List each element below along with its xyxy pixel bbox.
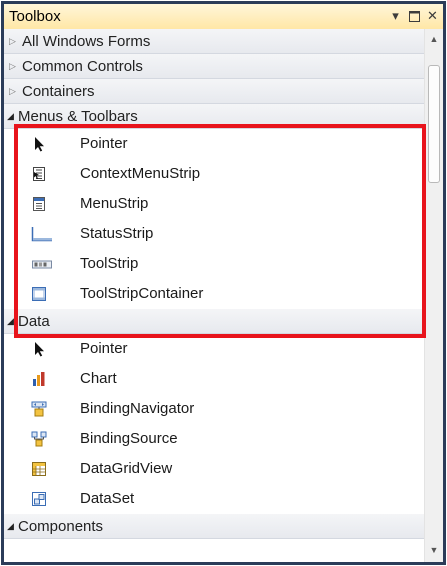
pointer-icon [31,341,47,357]
tool-item-bindingsource[interactable]: BindingSource [4,424,424,454]
category-containers[interactable]: ▷ Containers [4,79,424,104]
tool-strip-icon [31,256,53,272]
category-data[interactable]: ◢ Data [4,309,424,334]
tool-item-datagridview[interactable]: DataGridView [4,454,424,484]
category-label: Containers [22,83,95,100]
category-common-controls[interactable]: ▷ Common Controls [4,54,424,79]
category-label: Common Controls [22,58,143,75]
tool-item-contextmenustrip[interactable]: ContextMenuStrip [4,159,424,189]
chart-icon [31,371,47,387]
category-label: All Windows Forms [22,33,151,50]
close-icon[interactable]: ✕ [425,7,440,25]
tool-item-label: Pointer [80,340,128,357]
tool-item-label: DataSet [80,490,135,507]
tool-item-label: StatusStrip [80,225,154,242]
tool-item-pointer[interactable]: Pointer [4,129,424,159]
toolbox-content: ▷ All Windows Forms ▷ Common Controls ▷ … [4,29,443,562]
scroll-up-icon[interactable]: ▲ [425,31,443,48]
dataset-icon [31,491,47,507]
tool-item-label: Pointer [80,135,128,152]
context-menu-strip-icon [31,166,47,182]
category-label: Components [18,518,104,535]
vertical-scrollbar[interactable]: ▲ ▼ [424,29,443,562]
scroll-down-icon[interactable]: ▼ [425,542,443,559]
tool-item-menustrip[interactable]: MenuStrip [4,189,424,219]
expand-arrow-icon: ▷ [9,86,16,96]
maximize-icon[interactable] [407,7,422,25]
status-strip-icon [31,226,53,242]
tool-item-label: ToolStripContainer [80,285,204,302]
menu-strip-icon [31,196,47,212]
data-grid-view-icon [31,461,47,477]
category-all-windows-forms[interactable]: ▷ All Windows Forms [4,29,424,54]
tool-item-label: MenuStrip [80,195,149,212]
tool-item-pointer[interactable]: Pointer [4,334,424,364]
tool-item-chart[interactable]: Chart [4,364,424,394]
tool-item-label: BindingNavigator [80,400,195,417]
tool-item-dataset[interactable]: DataSet [4,484,424,514]
category-label: Data [18,313,50,330]
tool-item-toolstripcontainer[interactable]: ToolStripContainer [4,279,424,309]
category-components[interactable]: ◢ Components [4,514,424,539]
chevron-down-icon[interactable]: ▾ [388,7,403,25]
binding-source-icon [31,431,47,447]
collapse-arrow-icon: ◢ [7,111,14,121]
tool-strip-container-icon [31,286,47,302]
tool-item-label: BindingSource [80,430,178,447]
collapse-arrow-icon: ◢ [7,316,14,326]
toolbox-list: ▷ All Windows Forms ▷ Common Controls ▷ … [4,29,424,539]
category-menus-toolbars[interactable]: ◢ Menus & Toolbars [4,104,424,129]
collapse-arrow-icon: ◢ [7,521,14,531]
toolbox-title-bar[interactable]: Toolbox ▾ ✕ [4,4,443,29]
tool-item-label: Chart [80,370,117,387]
expand-arrow-icon: ▷ [9,61,16,71]
category-label: Menus & Toolbars [18,108,138,125]
tool-item-label: ContextMenuStrip [80,165,201,182]
toolbox-window: Toolbox ▾ ✕ ▷ All Windows Forms ▷ Common… [1,1,446,565]
tool-item-toolstrip[interactable]: ToolStrip [4,249,424,279]
tool-item-statusstrip[interactable]: StatusStrip [4,219,424,249]
pointer-icon [31,136,47,152]
expand-arrow-icon: ▷ [9,36,16,46]
scrollbar-thumb[interactable] [428,65,440,183]
binding-navigator-icon [31,401,47,417]
toolbox-title: Toolbox [9,8,61,25]
tool-item-bindingnavigator[interactable]: BindingNavigator [4,394,424,424]
tool-item-label: ToolStrip [80,255,139,272]
tool-item-label: DataGridView [80,460,173,477]
